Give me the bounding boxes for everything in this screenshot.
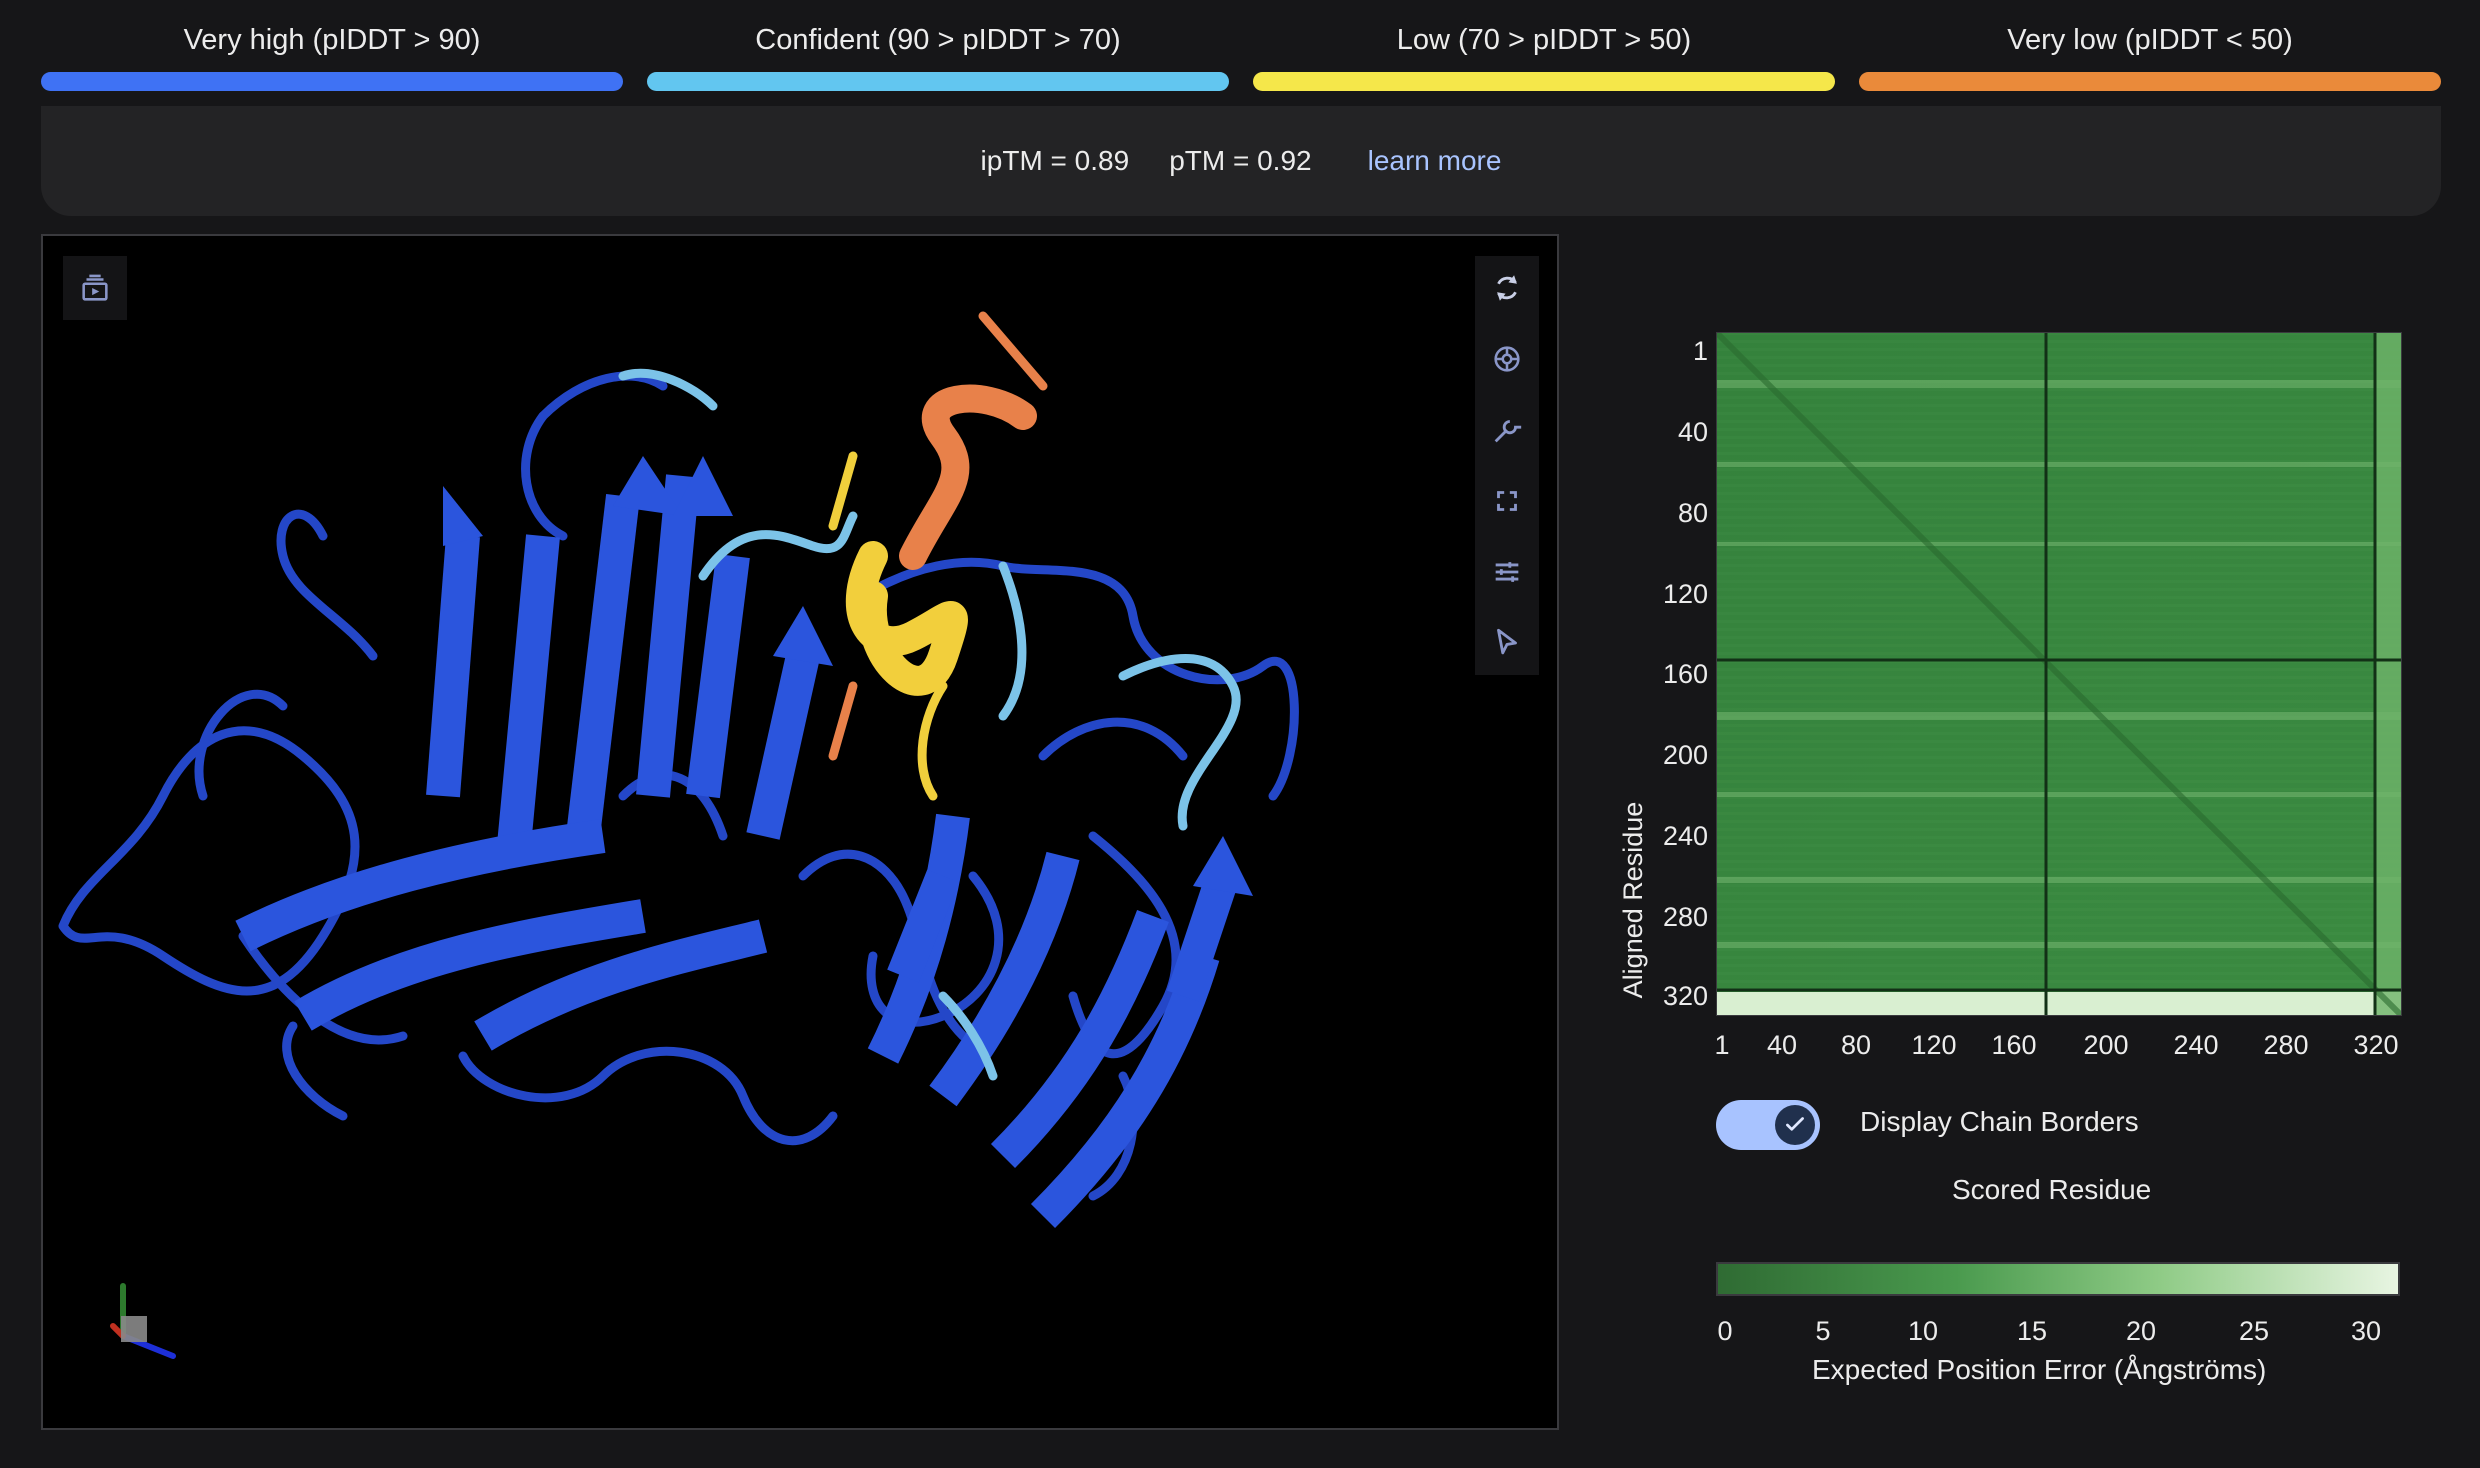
check-icon [1786,1117,1804,1131]
select-button[interactable] [1475,611,1539,675]
controls-button[interactable] [1475,540,1539,604]
wrench-icon [1494,420,1522,443]
x-tick: 120 [1911,1030,1957,1060]
colorbar-tick: 10 [1907,1316,1939,1346]
viewer-toolbar [1475,256,1539,675]
legend-bar-low [1253,72,1835,91]
y-tick: 240 [1662,821,1708,851]
x-tick: 280 [2263,1030,2309,1060]
x-tick: 240 [2173,1030,2219,1060]
y-tick: 280 [1662,902,1708,932]
select-pointer-icon [1497,628,1517,655]
legend-bar-very-high [41,72,623,91]
screenshot-button[interactable] [1475,327,1539,391]
legend-label: Very low (pIDDT < 50) [2007,24,2293,56]
settings-wrench-button[interactable] [1475,398,1539,462]
y-tick: 1 [1692,336,1708,366]
reset-rotate-icon [1497,275,1517,301]
legend-label: Confident (90 > pIDDT > 70) [755,24,1121,56]
colorbar-tick: 15 [2016,1316,2048,1346]
animation-toggle-button[interactable] [63,256,127,320]
legend-bar-very-low [1859,72,2441,91]
sliders-icon [1495,562,1519,582]
chain-borders-label: Display Chain Borders [1860,1106,2139,1137]
colorbar-tick: 30 [2350,1316,2382,1346]
colorbar-tick: 0 [1717,1316,1733,1346]
structure-viewer[interactable] [41,234,1559,1430]
colorbar-title: Expected Position Error (Ångströms) [1812,1354,2267,1385]
x-tick: 200 [2083,1030,2129,1060]
y-tick: 120 [1662,579,1708,609]
colorbar-tick: 20 [2125,1316,2157,1346]
animation-icon [82,274,108,301]
x-tick: 80 [1840,1030,1872,1060]
x-tick: 160 [1991,1030,2037,1060]
reset-rotation-button[interactable] [1475,256,1539,320]
colorbar-tick: 25 [2238,1316,2270,1346]
y-tick: 80 [1677,498,1708,528]
legend-very-high: Very high (pIDDT > 90) [41,18,623,91]
legend-low: Low (70 > pIDDT > 50) [1253,18,1835,91]
pae-x-axis-title: Scored Residue [1952,1174,2152,1205]
learn-more-link[interactable]: learn more [1368,145,1502,177]
legend-label: Very high (pIDDT > 90) [183,24,481,56]
y-tick: 200 [1662,740,1708,770]
x-tick: 320 [2353,1030,2399,1060]
legend-very-low: Very low (pIDDT < 50) [1859,18,2441,91]
pae-heatmap[interactable] [1716,332,2402,1016]
toggle-knob [1775,1105,1815,1145]
legend-bar-confident [647,72,1229,91]
fullscreen-button[interactable] [1475,469,1539,533]
pae-colorbar [1716,1262,2400,1296]
protein-structure-render[interactable] [43,236,1559,1430]
y-tick: 160 [1662,659,1708,689]
colorbar-tick: 5 [1815,1316,1831,1346]
x-tick: 40 [1766,1030,1798,1060]
metrics-bar: ipTM = 0.89 pTM = 0.92 learn more [41,106,2441,216]
chain-borders-toggle[interactable] [1716,1100,1820,1150]
iptm-value: ipTM = 0.89 [980,145,1130,176]
fullscreen-icon [1497,491,1517,511]
camera-icon [1494,346,1520,372]
y-tick: 40 [1677,417,1708,447]
legend-confident: Confident (90 > pIDDT > 70) [647,18,1229,91]
legend-label: Low (70 > pIDDT > 50) [1396,24,1692,56]
ptm-value: pTM = 0.92 [1169,145,1312,176]
y-tick: 320 [1662,981,1708,1011]
